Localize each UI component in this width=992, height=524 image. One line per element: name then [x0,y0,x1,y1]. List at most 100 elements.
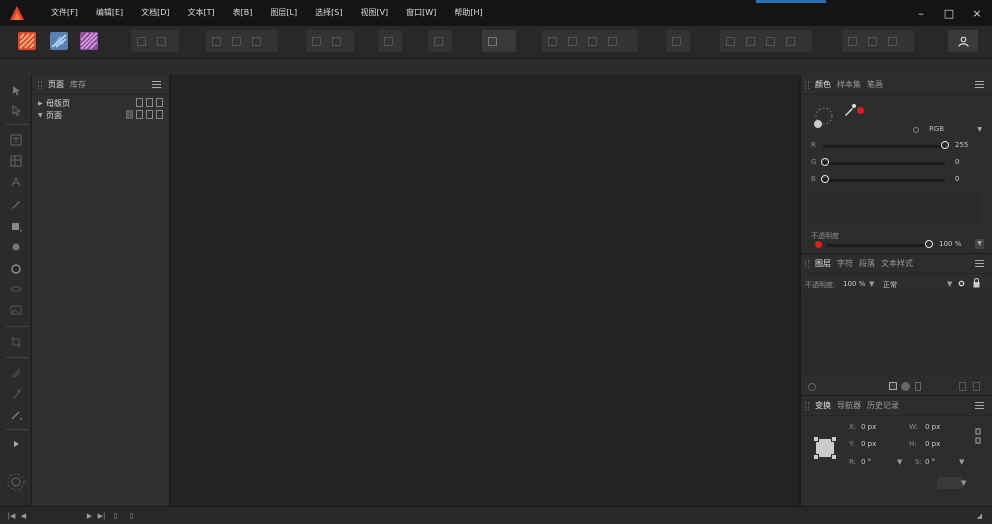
toolbar-button[interactable] [760,30,780,52]
picture-frame-tool-icon[interactable] [7,301,25,319]
adjustment-layer-icon[interactable] [901,382,910,391]
channel-b-slider[interactable] [823,179,945,182]
tab-text-styles[interactable]: 文本样式 [881,258,913,269]
mask-layer-icon[interactable] [889,382,897,390]
panel-grip-icon[interactable] [805,401,809,410]
user-account-button[interactable] [948,30,978,52]
toolbar-button[interactable] [740,30,760,52]
node-tool-icon[interactable] [7,101,25,119]
toolbar-button[interactable] [602,30,622,52]
view-tool-icon[interactable] [7,280,25,298]
duplicate-page-icon[interactable] [146,110,153,119]
toolbar-button[interactable] [151,30,171,52]
table-tool-icon[interactable] [7,152,25,170]
menu-edit[interactable]: 编辑[E] [87,0,132,26]
panel-menu-icon[interactable] [975,260,984,267]
transform-options-button[interactable] [937,477,963,489]
tab-history[interactable]: 历史记录 [867,400,899,411]
chevron-down-icon[interactable]: ▼ [961,479,966,487]
toolbar-button[interactable] [666,30,686,52]
rectangle-tool-icon[interactable] [7,218,25,236]
menu-table[interactable]: 表[B] [224,0,262,26]
panel-menu-icon[interactable] [975,81,984,88]
toolbar-button[interactable] [542,30,562,52]
w-value[interactable]: 0 px [925,423,940,431]
lock-icon[interactable] [973,278,980,290]
panel-menu-icon[interactable] [152,81,161,88]
last-page-icon[interactable]: ▶| [96,510,107,521]
toolbar-button[interactable] [226,30,246,52]
menu-document[interactable]: 文档[D] [132,0,178,26]
channel-g-knob[interactable] [821,158,829,166]
chevron-down-icon[interactable]: ▼ [869,280,874,288]
group-layer-icon[interactable] [959,382,966,391]
tab-pages[interactable]: 页面 [48,79,64,90]
color-picker-tool-icon[interactable] [7,385,25,403]
gear-icon[interactable] [957,279,966,290]
tab-navigator[interactable]: 导航器 [837,400,861,411]
layer-fx-icon[interactable] [807,382,817,394]
anchor-point-selector-icon[interactable] [813,436,837,462]
toolbar-button[interactable] [862,30,882,52]
master-page-icon[interactable] [126,110,133,119]
fill-stroke-swatch-icon[interactable] [811,105,835,133]
chevron-down-icon[interactable]: ▼ [38,112,46,119]
designer-persona-icon[interactable] [48,30,70,52]
menu-text[interactable]: 文本[T] [179,0,224,26]
channel-r-knob[interactable] [941,141,949,149]
toolbar-button[interactable] [562,30,582,52]
minimize-button[interactable]: – [914,6,928,20]
crop-tool-icon[interactable] [7,333,25,351]
tab-swatches[interactable]: 样本集 [837,79,861,90]
delete-page-icon[interactable] [156,98,163,107]
channel-g-value[interactable]: 0 [955,158,959,166]
add-layer-icon[interactable] [915,382,921,391]
tree-row-pages[interactable]: ▼ 页面 [32,109,169,121]
publisher-persona-icon[interactable] [16,30,38,52]
pen-tool-icon[interactable] [7,195,25,213]
r-value[interactable]: 0 ° [861,458,871,466]
delete-layer-icon[interactable] [973,382,980,391]
document-canvas[interactable] [171,75,799,506]
opacity-value[interactable]: 100 % [939,240,961,248]
toolbar-button[interactable] [482,30,502,52]
toolbar-button[interactable] [780,30,800,52]
toolbar-button[interactable] [326,30,346,52]
panel-grip-icon[interactable] [805,259,809,268]
menu-window[interactable]: 窗口[W] [397,0,445,26]
tab-color[interactable]: 颜色 [815,79,831,90]
tab-character[interactable]: 字符 [837,258,853,269]
app-logo[interactable] [6,2,28,24]
blend-mode-value[interactable]: 正常 [883,280,897,290]
gear-icon[interactable] [911,125,921,135]
toolbar-button[interactable] [246,30,266,52]
add-page-icon[interactable] [136,110,143,119]
tab-stroke[interactable]: 笔画 [867,79,883,90]
maximize-button[interactable]: □ [942,6,956,20]
close-button[interactable]: × [970,6,984,20]
color-model-select[interactable]: RGB ▼ [925,124,985,136]
menu-view[interactable]: 视图[V] [351,0,397,26]
toolbar-button[interactable] [842,30,862,52]
fill-tool-icon[interactable] [7,406,25,424]
toolbar-button[interactable] [582,30,602,52]
color-swatch-icon[interactable] [5,471,27,493]
expand-tools-icon[interactable] [7,435,25,453]
menu-file[interactable]: 文件[F] [42,0,87,26]
current-color-swatch[interactable] [857,107,864,114]
transparency-tool-icon[interactable] [7,364,25,382]
toolbar-button[interactable] [720,30,740,52]
menu-select[interactable]: 选择[S] [306,0,351,26]
tab-stock[interactable]: 库存 [70,79,86,90]
panel-grip-icon[interactable] [805,80,809,89]
resize-grip-icon[interactable]: ◢ [974,510,985,521]
toolbar-dropdown[interactable] [482,30,516,52]
opacity-knob[interactable] [925,240,933,248]
layers-list[interactable] [801,291,992,377]
chevron-down-icon[interactable]: ▼ [897,458,902,466]
menu-help[interactable]: 帮助[H] [445,0,491,26]
channel-g-slider[interactable] [823,162,945,165]
opacity-slider[interactable] [827,244,927,247]
toolbar-button[interactable] [306,30,326,52]
menu-layer[interactable]: 图层[L] [261,0,306,26]
